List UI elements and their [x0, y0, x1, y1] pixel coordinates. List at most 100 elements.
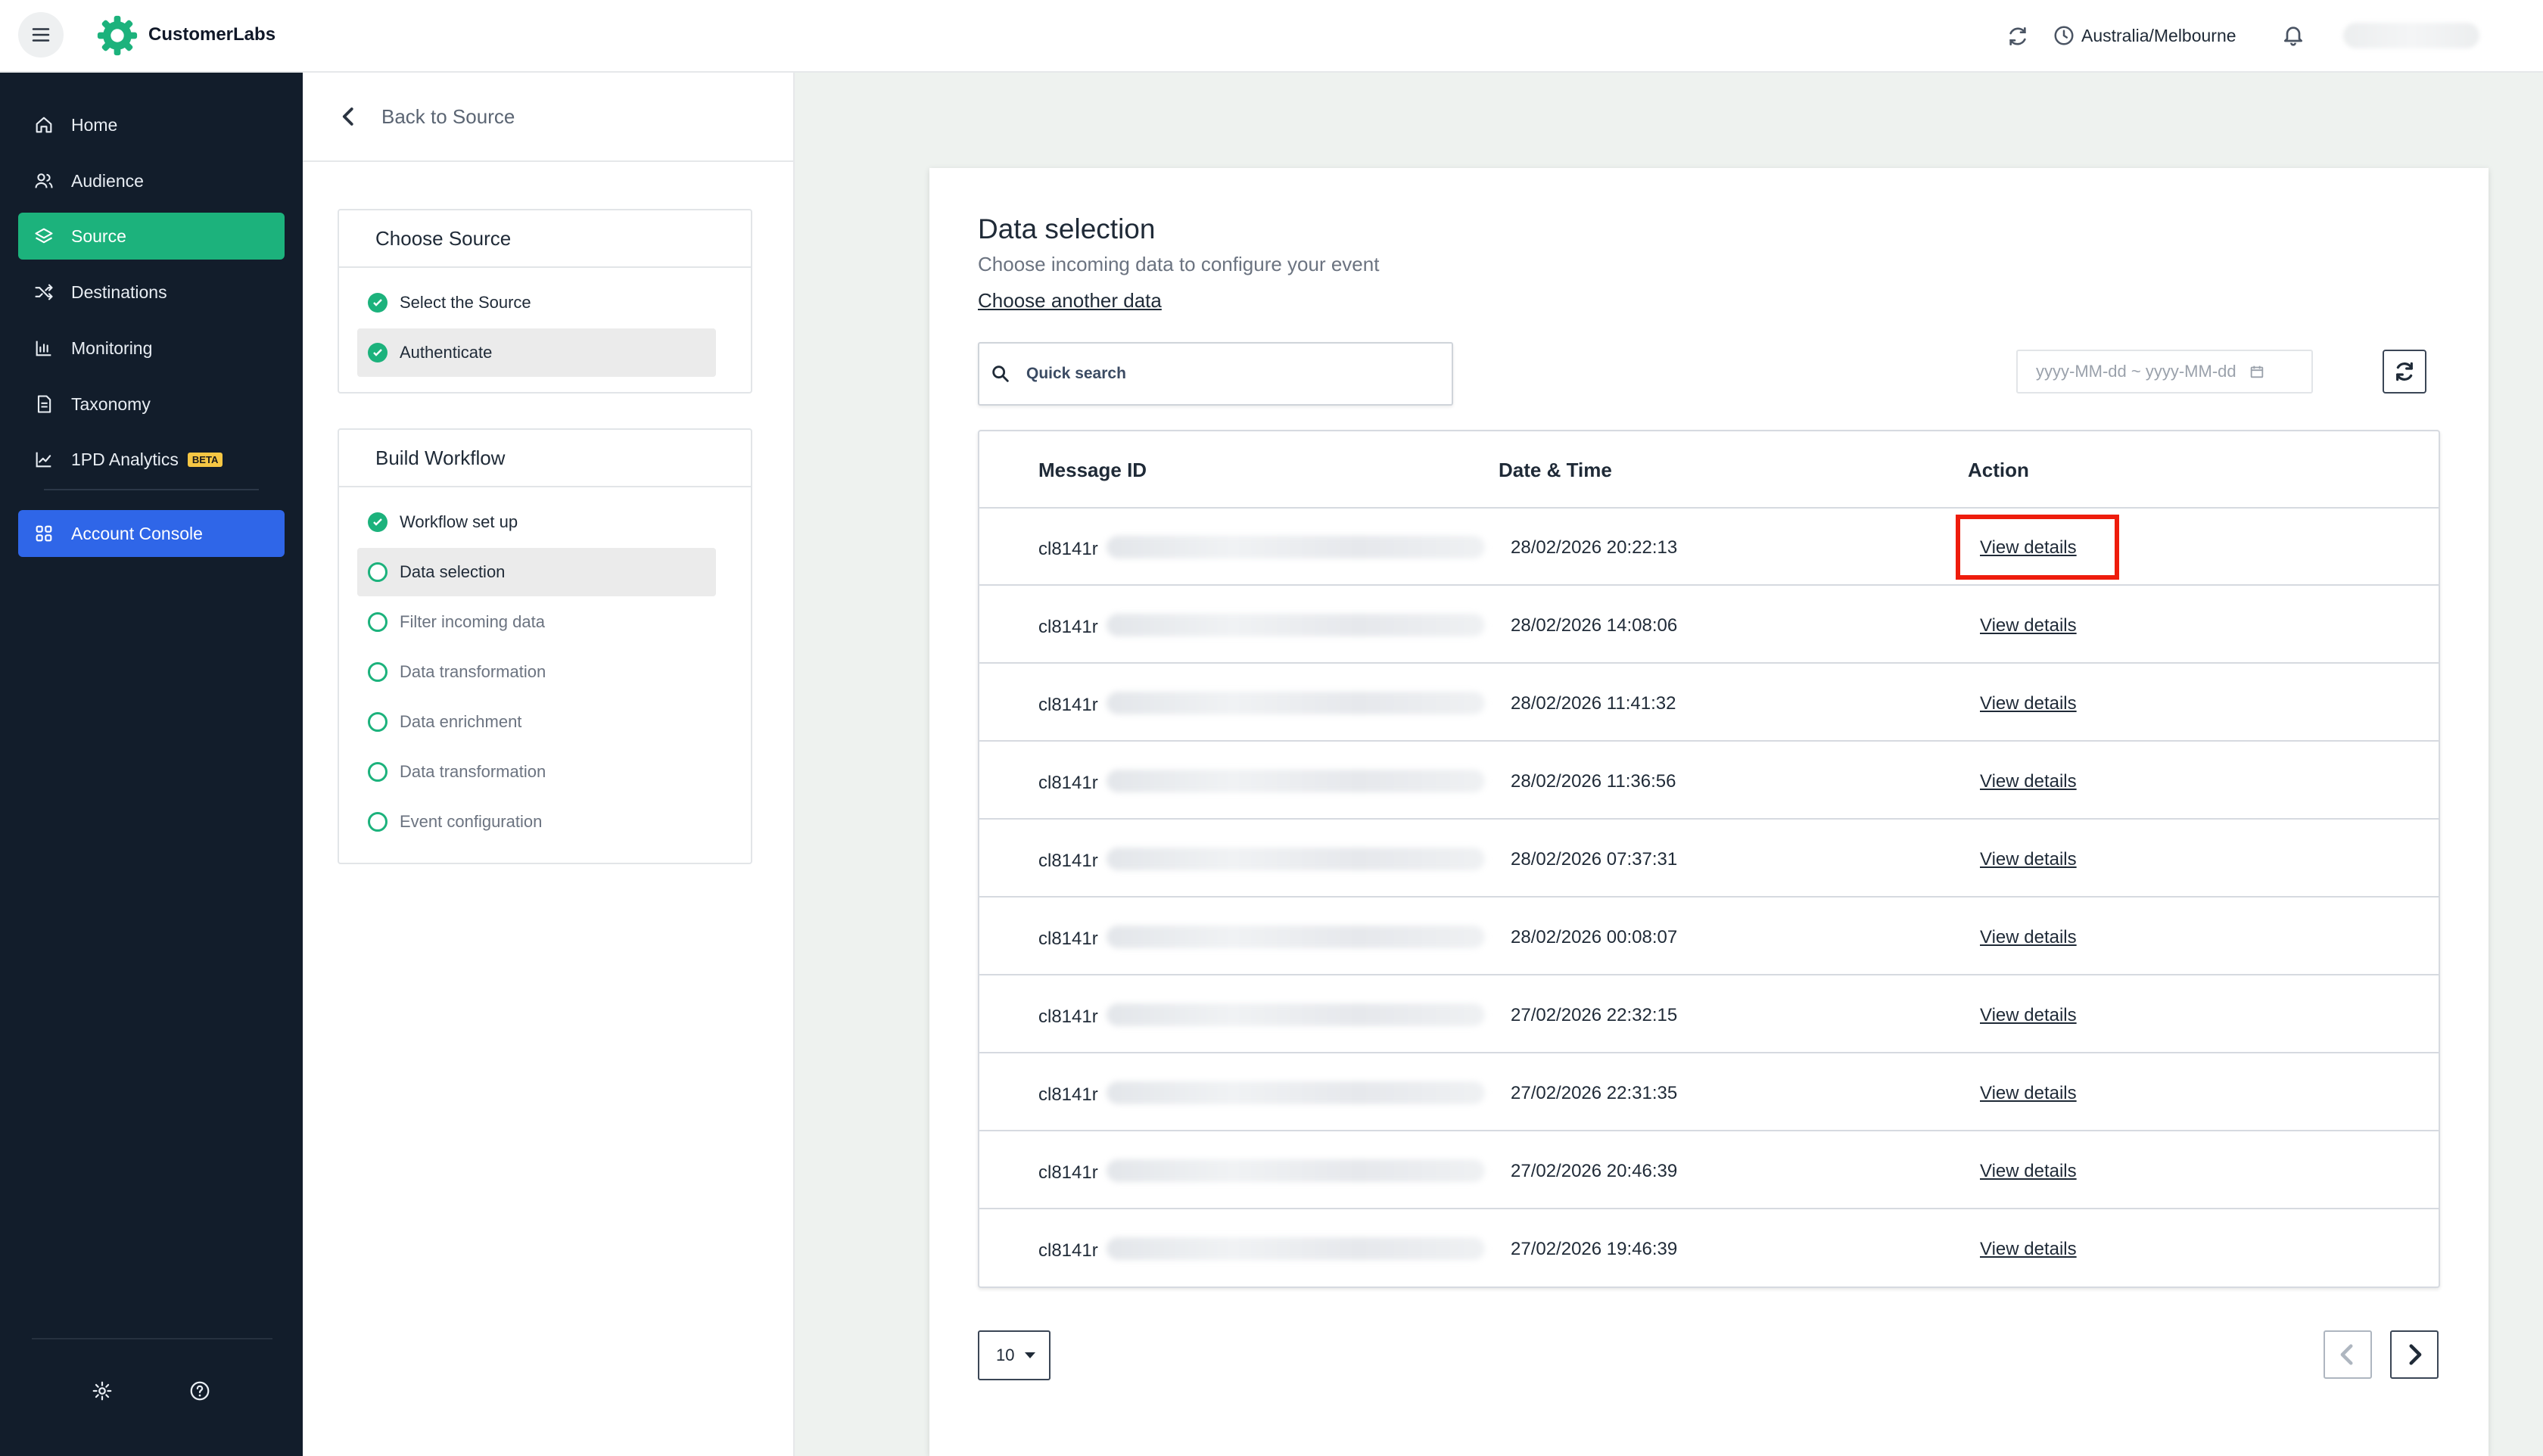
circle-icon: [368, 812, 388, 832]
date-range-placeholder: yyyy-MM-dd ~ yyyy-MM-dd: [2036, 362, 2236, 381]
message-id-cell: cl8141r: [1038, 1162, 1098, 1183]
card-title: Build Workflow: [339, 430, 751, 487]
sidebar-item-label: Source: [71, 226, 126, 246]
sidebar-item-audience[interactable]: Audience: [18, 157, 285, 204]
date-time-cell: 28/02/2026 11:41:32: [1511, 693, 1676, 714]
sidebar-item-destinations[interactable]: Destinations: [18, 269, 285, 316]
timezone-selector[interactable]: Australia/Melbourne: [2081, 26, 2236, 46]
view-details-link[interactable]: View details: [1980, 927, 2077, 948]
view-details-link[interactable]: View details: [1980, 849, 2077, 870]
date-time-cell: 28/02/2026 14:08:06: [1511, 615, 1678, 636]
step-label: Data selection: [400, 562, 506, 581]
brand-name: CustomerLabs: [148, 24, 276, 45]
column-header-action: Action: [1968, 459, 2029, 481]
view-details-link[interactable]: View details: [1980, 1005, 2077, 1026]
date-range-picker[interactable]: yyyy-MM-dd ~ yyyy-MM-dd: [2016, 350, 2313, 394]
sidebar-item-home[interactable]: Home: [18, 101, 285, 148]
sidebar-item-label: Audience: [71, 170, 144, 191]
sidebar-item-account-console[interactable]: Account Console: [18, 510, 285, 557]
refresh-button[interactable]: [2383, 350, 2426, 394]
step-data-transformation[interactable]: Data transformation: [357, 648, 716, 696]
beta-badge: BETA: [187, 452, 223, 467]
page-size-select[interactable]: 10: [978, 1330, 1051, 1380]
quick-search-box[interactable]: [978, 342, 1453, 406]
step-data-transformation-2[interactable]: Data transformation: [357, 748, 716, 796]
table-row: cl8141r 28/02/2026 11:36:56 View details: [979, 742, 2439, 820]
check-circle-icon: [368, 512, 388, 532]
sidebar-item-1pd-analytics[interactable]: 1PD Analytics BETA: [18, 436, 285, 483]
step-event-configuration[interactable]: Event configuration: [357, 798, 716, 846]
choose-another-data-link[interactable]: Choose another data: [978, 289, 1162, 313]
data-selection-card: Data selection Choose incoming data to c…: [929, 168, 2489, 1456]
table-row: cl8141r 28/02/2026 00:08:07 View details: [979, 898, 2439, 975]
message-id-cell: cl8141r: [1038, 1006, 1098, 1027]
message-id-redacted: [1107, 536, 1485, 558]
step-data-selection[interactable]: Data selection: [357, 548, 716, 596]
user-account-menu[interactable]: [2343, 23, 2479, 48]
page-size-value: 10: [996, 1346, 1015, 1364]
message-id-redacted: [1107, 692, 1485, 714]
chevron-left-icon: [2340, 1344, 2353, 1365]
sidebar-item-source[interactable]: Source: [18, 213, 285, 260]
date-time-cell: 28/02/2026 20:22:13: [1511, 537, 1678, 558]
next-page-button[interactable]: [2390, 1330, 2439, 1379]
chevron-right-icon: [2409, 1344, 2422, 1365]
page-title: Data selection: [978, 213, 1156, 244]
step-filter-incoming-data[interactable]: Filter incoming data: [357, 598, 716, 646]
step-authenticate[interactable]: Authenticate: [357, 328, 716, 377]
message-id-redacted: [1107, 1003, 1485, 1026]
view-details-link[interactable]: View details: [1980, 693, 2077, 714]
top-bar: CustomerLabs Australia/Melbourne: [0, 0, 2543, 73]
table-row: cl8141r 27/02/2026 22:32:15 View details: [979, 976, 2439, 1053]
view-details-link[interactable]: View details: [1980, 1083, 2077, 1104]
message-id-redacted: [1107, 1237, 1485, 1260]
sidebar-item-label: Home: [71, 114, 118, 135]
previous-page-button[interactable]: [2324, 1330, 2372, 1379]
step-data-enrichment[interactable]: Data enrichment: [357, 698, 716, 746]
step-select-source[interactable]: Select the Source: [357, 278, 716, 327]
help-icon[interactable]: [188, 1380, 211, 1402]
menu-toggle-button[interactable]: [18, 12, 64, 58]
message-id-redacted: [1107, 1081, 1485, 1104]
layers-icon: [32, 224, 56, 248]
message-id-redacted: [1107, 1159, 1485, 1182]
message-id-redacted: [1107, 926, 1485, 948]
date-time-cell: 28/02/2026 00:08:07: [1511, 927, 1678, 947]
message-id-cell: cl8141r: [1038, 773, 1098, 793]
sync-icon[interactable]: [2006, 24, 2030, 48]
message-id-redacted: [1107, 770, 1485, 792]
sidebar-item-monitoring[interactable]: Monitoring: [18, 325, 285, 372]
view-details-link[interactable]: View details: [1980, 1239, 2077, 1260]
hamburger-icon: [32, 28, 50, 42]
message-id-cell: cl8141r: [1038, 539, 1098, 559]
circle-icon: [368, 612, 388, 632]
message-id-cell: cl8141r: [1038, 929, 1098, 949]
bell-icon[interactable]: [2281, 23, 2305, 47]
step-label: Event configuration: [400, 812, 543, 831]
view-details-link[interactable]: View details: [1980, 771, 2077, 792]
trend-icon: [32, 447, 56, 471]
caret-down-icon: [1025, 1352, 1036, 1358]
step-label: Select the Source: [400, 293, 531, 312]
view-details-link[interactable]: View details: [1980, 1161, 2077, 1182]
message-id-cell: cl8141r: [1038, 1240, 1098, 1261]
search-input[interactable]: [1026, 365, 1435, 383]
bar-chart-icon: [32, 336, 56, 360]
step-workflow-set-up[interactable]: Workflow set up: [357, 498, 716, 546]
date-time-cell: 28/02/2026 11:36:56: [1511, 771, 1676, 792]
step-label: Workflow set up: [400, 512, 518, 531]
messages-table: Message ID Date & Time Action cl8141r 28/…: [978, 430, 2440, 1288]
view-details-link[interactable]: View details: [1980, 615, 2077, 636]
sidebar-item-taxonomy[interactable]: Taxonomy: [18, 381, 285, 428]
message-id-cell: cl8141r: [1038, 851, 1098, 871]
table-header: Message ID Date & Time Action: [979, 431, 2439, 509]
settings-gear-icon[interactable]: [91, 1380, 114, 1402]
table-row: cl8141r 27/02/2026 22:31:35 View details: [979, 1054, 2439, 1131]
nav-divider: [44, 489, 259, 490]
table-row: cl8141r 28/02/2026 07:37:31 View details: [979, 820, 2439, 898]
table-row: cl8141r 27/02/2026 19:46:39 View details: [979, 1210, 2439, 1287]
page-subtitle: Choose incoming data to configure your e…: [978, 253, 1380, 275]
back-to-source-link[interactable]: Back to Source: [303, 73, 793, 162]
date-time-cell: 27/02/2026 19:46:39: [1511, 1239, 1678, 1259]
table-row: cl8141r 28/02/2026 20:22:13 View details: [979, 509, 2439, 586]
